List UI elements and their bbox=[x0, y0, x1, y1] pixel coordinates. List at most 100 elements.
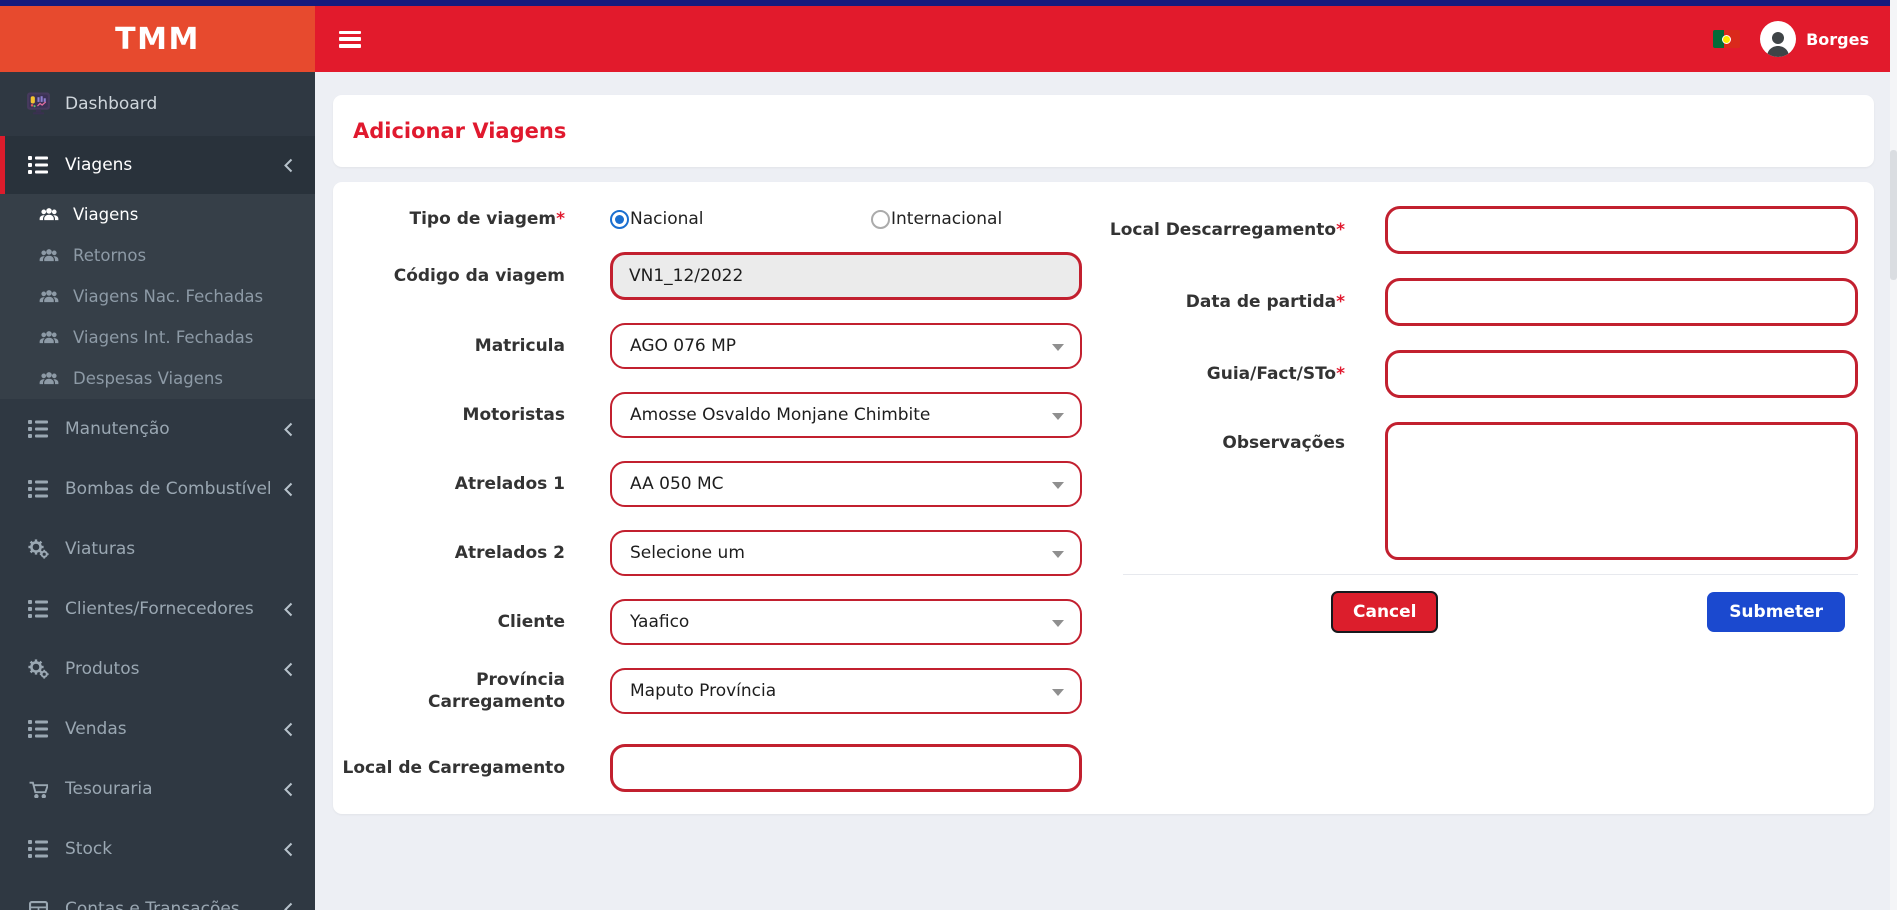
field-label-data-partida: Data de partida* bbox=[1185, 291, 1345, 312]
sidebar-item-viagens[interactable]: Viagens bbox=[0, 136, 315, 194]
selected-value: AA 050 MC bbox=[630, 474, 724, 494]
sidebar-item-dashboard[interactable]: Dashboard bbox=[0, 72, 315, 136]
field-label-cliente: Cliente bbox=[497, 611, 565, 632]
page-body: Adicionar Viagens Tipo de viagem* Nacion… bbox=[315, 72, 1897, 910]
observacoes-textarea[interactable] bbox=[1385, 422, 1858, 560]
sidebar-subitem-label: Viagens bbox=[73, 205, 139, 224]
matricula-select[interactable]: AGO 076 MP bbox=[610, 323, 1082, 369]
chevron-left-icon bbox=[282, 602, 295, 617]
language-flag-portugal[interactable] bbox=[1713, 30, 1741, 48]
field-label-atrelados-2: Atrelados 2 bbox=[454, 542, 565, 563]
field-label-motoristas: Motoristas bbox=[462, 404, 565, 425]
field-label-guia-fact-sto: Guia/Fact/STo* bbox=[1206, 363, 1345, 384]
dashboard-icon bbox=[24, 91, 52, 118]
sidebar-subitem-viagens-int-fechadas[interactable]: Viagens Int. Fechadas bbox=[0, 317, 315, 358]
brand-name: TMM bbox=[115, 21, 200, 57]
field-label-provincia-carregamento: Província Carregamento bbox=[428, 669, 566, 712]
sidebar-item-manutencao[interactable]: Manutenção bbox=[0, 399, 315, 459]
dropdown-caret-icon bbox=[1052, 551, 1064, 558]
chevron-left-icon bbox=[282, 482, 295, 497]
sidebar-item-clientes-fornecedores[interactable]: Clientes/Fornecedores bbox=[0, 579, 315, 639]
field-label-observacoes: Observações bbox=[1222, 433, 1345, 453]
form-divider bbox=[1123, 574, 1858, 575]
sidebar-item-produtos[interactable]: Produtos bbox=[0, 639, 315, 699]
avatar bbox=[1760, 21, 1797, 57]
sidebar-item-label: Vendas bbox=[65, 719, 127, 739]
user-menu[interactable]: Borges bbox=[1760, 21, 1869, 57]
brand-logo[interactable]: TMM bbox=[0, 6, 315, 72]
sidebar-item-label: Stock bbox=[65, 839, 113, 859]
users-icon bbox=[36, 371, 62, 386]
title-card: Adicionar Viagens bbox=[333, 95, 1874, 167]
cart-icon bbox=[24, 781, 52, 798]
sidebar-item-bombas[interactable]: Bombas de Combustível bbox=[0, 459, 315, 519]
field-label-matricula: Matricula bbox=[474, 335, 565, 356]
codigo-viagem-input[interactable] bbox=[610, 252, 1082, 300]
users-icon bbox=[36, 207, 62, 222]
sidebar-item-contas-transacoes[interactable]: Contas e Transações bbox=[0, 879, 315, 910]
submit-button[interactable]: Submeter bbox=[1707, 592, 1845, 632]
field-label-local-carregamento: Local de Carregamento bbox=[342, 757, 565, 778]
scrollbar-thumb[interactable] bbox=[1890, 150, 1897, 280]
list-icon bbox=[24, 155, 52, 175]
add-trip-form: Tipo de viagem* Nacional Internacional C… bbox=[333, 182, 1874, 814]
radio-internacional[interactable]: Internacional bbox=[871, 209, 1132, 229]
form-left-column: Tipo de viagem* Nacional Internacional C… bbox=[333, 206, 1103, 814]
motoristas-select[interactable]: Amosse Osvaldo Monjane Chimbite bbox=[610, 392, 1082, 438]
chevron-left-icon bbox=[282, 902, 295, 910]
page-scrollbar[interactable] bbox=[1890, 0, 1897, 910]
sidebar-item-label: Contas e Transações bbox=[65, 899, 240, 910]
hamburger-menu-icon[interactable] bbox=[339, 30, 361, 48]
sidebar-subitem-viagens[interactable]: Viagens bbox=[0, 194, 315, 235]
radio-circle bbox=[871, 209, 890, 229]
sidebar-subitem-label: Viagens Int. Fechadas bbox=[73, 328, 254, 347]
username: Borges bbox=[1806, 29, 1869, 49]
sidebar-item-tesouraria[interactable]: Tesouraria bbox=[0, 759, 315, 819]
atrelados-2-select[interactable]: Selecione um bbox=[610, 530, 1082, 576]
atrelados-1-select[interactable]: AA 050 MC bbox=[610, 461, 1082, 507]
sidebar-subitem-despesas-viagens[interactable]: Despesas Viagens bbox=[0, 358, 315, 399]
sidebar-item-label: Tesouraria bbox=[65, 779, 153, 799]
sidebar-item-label: Dashboard bbox=[65, 94, 158, 114]
page-title: Adicionar Viagens bbox=[353, 119, 567, 143]
users-icon bbox=[36, 330, 62, 345]
chevron-left-icon bbox=[282, 422, 295, 437]
sidebar-item-viaturas[interactable]: Viaturas bbox=[0, 519, 315, 579]
field-label-tipo-viagem: Tipo de viagem* bbox=[409, 208, 566, 229]
selected-value: Yaafico bbox=[630, 612, 690, 632]
list-icon bbox=[24, 419, 52, 439]
list-icon bbox=[24, 719, 52, 739]
cliente-select[interactable]: Yaafico bbox=[610, 599, 1082, 645]
local-descarregamento-input[interactable] bbox=[1385, 206, 1858, 254]
cancel-button[interactable]: Cancel bbox=[1331, 591, 1439, 633]
radio-nacional[interactable]: Nacional bbox=[610, 209, 871, 229]
sidebar-item-label: Viagens bbox=[65, 155, 133, 175]
table-icon bbox=[24, 900, 52, 910]
selected-value: Maputo Província bbox=[630, 681, 777, 701]
guia-fact-sto-input[interactable] bbox=[1385, 350, 1858, 398]
sidebar-nav: Dashboard Viagens Viagens Retornos Viage… bbox=[0, 72, 315, 910]
selected-value: Amosse Osvaldo Monjane Chimbite bbox=[630, 405, 931, 425]
selected-value: AGO 076 MP bbox=[630, 336, 737, 356]
dropdown-caret-icon bbox=[1052, 620, 1064, 627]
chevron-left-icon bbox=[282, 158, 295, 173]
local-carregamento-input[interactable] bbox=[610, 744, 1082, 792]
sidebar-subitem-label: Despesas Viagens bbox=[73, 369, 223, 388]
list-icon bbox=[24, 479, 52, 499]
list-icon bbox=[24, 839, 52, 859]
selected-value: Selecione um bbox=[630, 543, 745, 563]
trip-type-radio-group: Nacional Internacional bbox=[610, 209, 1132, 229]
data-partida-input[interactable] bbox=[1385, 278, 1858, 326]
provincia-carregamento-select[interactable]: Maputo Província bbox=[610, 668, 1082, 714]
field-label-local-descarregamento: Local Descarregamento* bbox=[1109, 219, 1345, 240]
sidebar-item-stock[interactable]: Stock bbox=[0, 819, 315, 879]
sidebar-subitem-retornos[interactable]: Retornos bbox=[0, 235, 315, 276]
users-icon bbox=[36, 248, 62, 263]
field-label-atrelados-1: Atrelados 1 bbox=[454, 473, 565, 494]
form-right-column: Local Descarregamento* Data de partida* … bbox=[1103, 206, 1874, 814]
field-label-codigo: Código da viagem bbox=[393, 265, 565, 286]
sidebar-item-label: Produtos bbox=[65, 659, 140, 679]
sidebar-item-vendas[interactable]: Vendas bbox=[0, 699, 315, 759]
sidebar-subitem-viagens-nac-fechadas[interactable]: Viagens Nac. Fechadas bbox=[0, 276, 315, 317]
list-icon bbox=[24, 599, 52, 619]
